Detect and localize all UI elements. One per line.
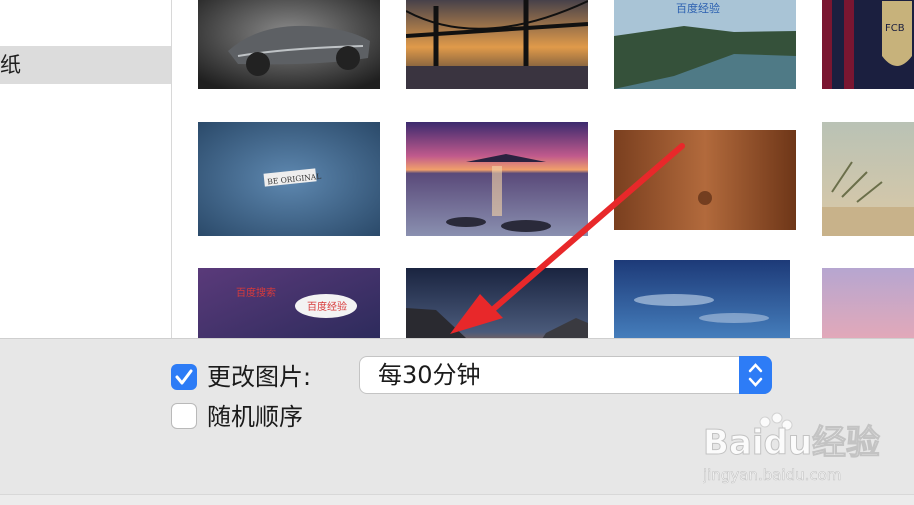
chevron-up-down-icon — [748, 363, 763, 387]
checkmark-icon — [175, 369, 193, 385]
wallpaper-thumb-blue-sky[interactable] — [614, 260, 790, 338]
sidebar-item-wallpaper[interactable]: 纸 — [0, 46, 171, 84]
bridge-sunset-wallpaper-icon — [406, 0, 588, 89]
blue-sky-wallpaper-icon — [614, 260, 790, 338]
change-picture-label: 更改图片: — [207, 363, 312, 391]
wallpaper-thumb-cliffs[interactable]: 百度经验 — [614, 0, 796, 89]
wallpaper-thumb-barcelona[interactable]: FCB — [822, 0, 914, 89]
sidebar: 纸 — [0, 0, 172, 338]
watermark-url: jingyan.baidu.com — [703, 466, 841, 484]
wallpaper-thumb-beach[interactable] — [822, 122, 914, 236]
sidebar-item-label: 纸 — [0, 53, 21, 77]
barcelona-overlay-text: FCB — [885, 23, 905, 34]
galaxy-wallpaper-icon: 百度搜索 百度经验 — [198, 268, 380, 338]
change-picture-checkbox[interactable] — [171, 364, 197, 390]
be-original-wallpaper-icon: BE ORIGINAL — [198, 122, 380, 236]
cliffs-overlay-text: 百度经验 — [676, 1, 720, 15]
car-wallpaper-icon — [198, 0, 380, 89]
wallpaper-thumb-be-original[interactable]: BE ORIGINAL — [198, 122, 380, 236]
pink-sky-wallpaper-icon — [822, 268, 914, 338]
window-bottom-edge — [0, 494, 914, 505]
wallpaper-thumb-night-coast[interactable] — [406, 268, 588, 338]
watermark-brand: Baidu经验 — [703, 423, 880, 463]
barcelona-wallpaper-icon: FCB — [822, 0, 914, 89]
wallpaper-thumb-galaxy[interactable]: 百度搜索 百度经验 — [198, 268, 380, 338]
random-order-label: 随机顺序 — [207, 403, 303, 431]
cliffs-sea-wallpaper-icon: 百度经验 — [614, 0, 796, 89]
purple-sunset-sea-wallpaper-icon — [406, 122, 588, 236]
night-coast-wallpaper-icon — [406, 268, 588, 338]
wallpaper-thumb-wood-apple[interactable] — [614, 130, 796, 230]
wallpaper-thumb-pink-sky[interactable] — [822, 268, 914, 338]
interval-select[interactable]: 每30分钟 — [359, 356, 772, 394]
interval-select-value: 每30分钟 — [378, 361, 481, 389]
wallpaper-thumb-bridge[interactable] — [406, 0, 588, 89]
wallpaper-thumb-car[interactable] — [198, 0, 380, 89]
random-order-checkbox[interactable] — [171, 403, 197, 429]
baidu-paw-logo-icon: Baidu经验 jingyan.baidu.com — [702, 412, 881, 484]
galaxy-overlay-text: 百度搜索 — [236, 286, 276, 299]
wood-apple-wallpaper-icon — [614, 130, 796, 230]
galaxy-bubble-text: 百度经验 — [307, 300, 347, 313]
wallpaper-thumb-purple-sea[interactable] — [406, 122, 588, 236]
select-stepper-button[interactable] — [739, 356, 772, 394]
baidu-watermark: Baidu经验 jingyan.baidu.com — [702, 410, 903, 490]
beach-grass-wallpaper-icon — [822, 122, 914, 236]
wallpaper-grid: 百度经验 FCB BE ORIGINAL 百度搜索 百度经验 — [172, 0, 914, 338]
